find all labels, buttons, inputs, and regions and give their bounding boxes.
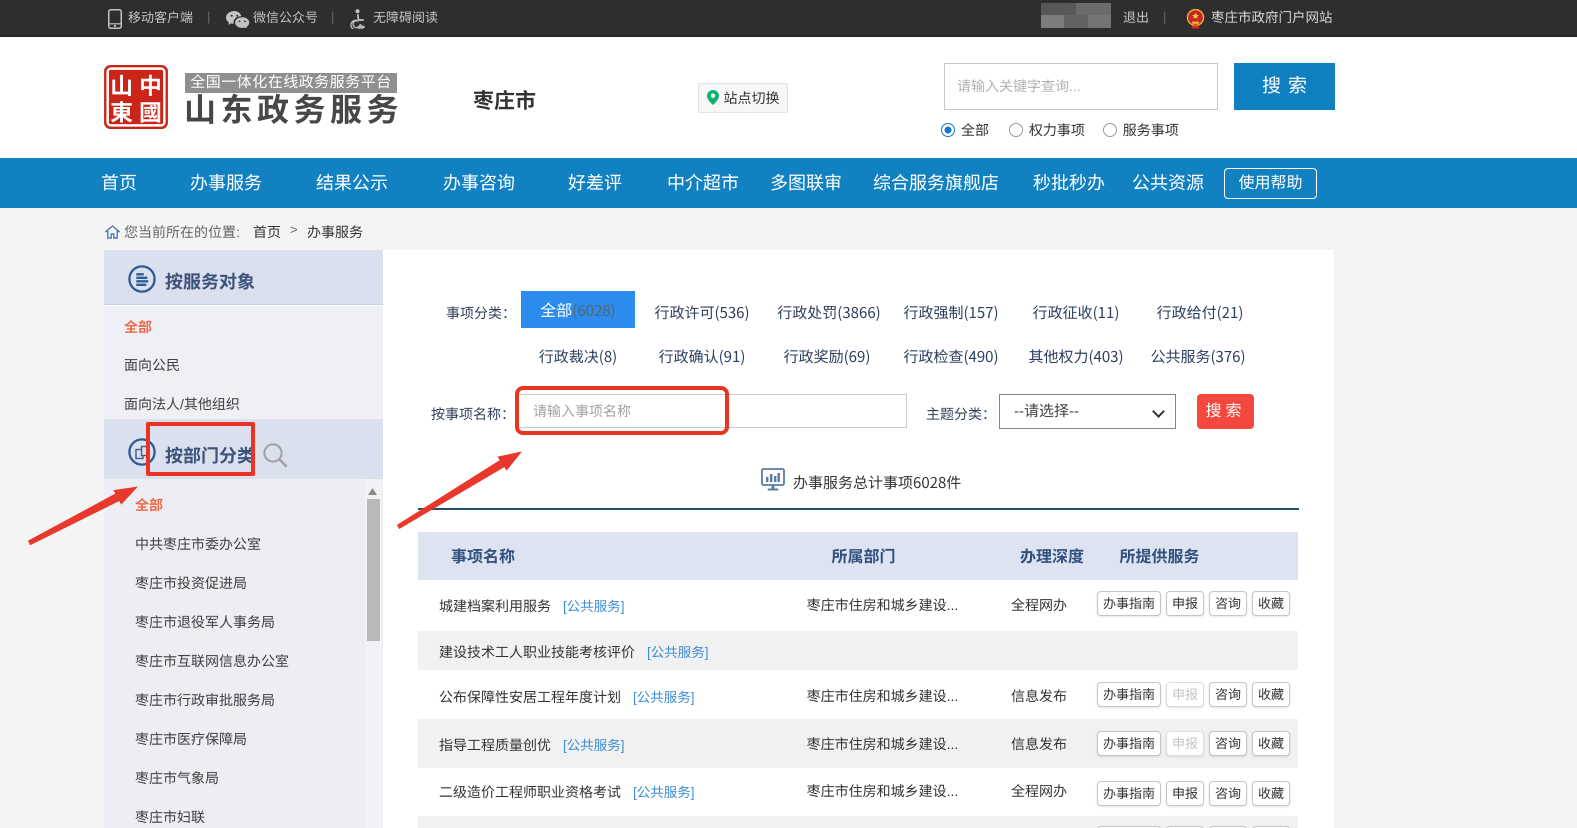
svg-text:國: 國: [139, 95, 162, 128]
svg-text:東: 東: [110, 95, 133, 128]
